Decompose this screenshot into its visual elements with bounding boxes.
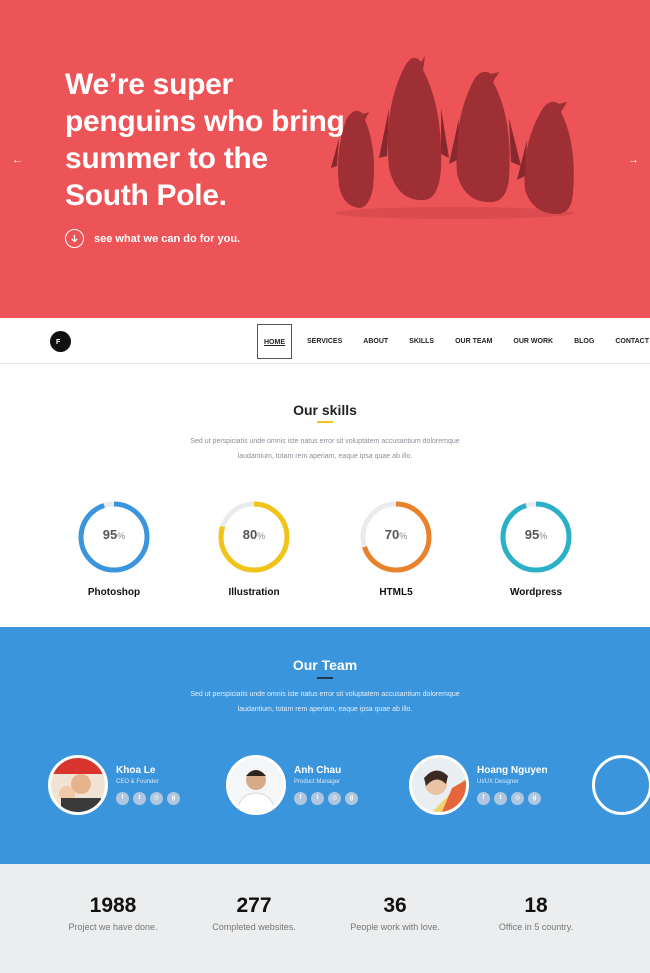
skills-title: Our skills <box>293 402 357 418</box>
stat-item: 277 Completed websites. <box>184 894 324 932</box>
skills-description-line: laudantium, totam rem aperiam, eaque ips… <box>237 453 413 460</box>
twitter-icon[interactable]: t <box>494 792 507 805</box>
skills-description-line: Sed ut perspiciatis unde omnis iste natu… <box>190 438 460 445</box>
team-title: Our Team <box>292 657 358 673</box>
facebook-icon[interactable]: f <box>116 792 129 805</box>
stat-label: People work with love. <box>350 922 440 932</box>
penguins-illustration <box>331 56 575 219</box>
avatar[interactable] <box>409 755 469 815</box>
google-plus-icon[interactable]: g <box>167 792 180 805</box>
stat-number: 1988 <box>89 894 137 917</box>
skill-percent: 95% <box>524 527 548 542</box>
nav-item-skills[interactable]: SKILLS <box>403 324 440 359</box>
stat-label: Completed websites. <box>212 922 296 932</box>
skill-illustration: 80% Illustration <box>204 499 304 598</box>
nav-item-our-team[interactable]: OUR TEAM <box>449 324 498 359</box>
stat-label: Office in 5 country. <box>498 922 574 932</box>
member-name: Anh Chau <box>294 765 342 776</box>
hero-banner: We’re super penguins who bring summer to… <box>0 0 650 318</box>
slider-next-arrow-icon[interactable]: → <box>628 154 639 166</box>
logo-letter: F <box>56 339 61 346</box>
nav-menu: HOME SERVICES ABOUT SKILLS OUR TEAM OUR … <box>257 324 650 359</box>
team-description-line: laudantium, totam rem aperiam, eaque ips… <box>237 706 413 713</box>
skills-description: Sed ut perspiciatis unde omnis iste natu… <box>160 434 490 464</box>
social-links: f t ◎ g <box>477 792 541 805</box>
nav-item-blog[interactable]: BLOG <box>568 324 600 359</box>
team-section: Our Team Sed ut perspiciatis unde omnis … <box>0 627 650 864</box>
dribbble-icon[interactable]: ◎ <box>328 792 341 805</box>
hero-cta-link[interactable]: see what we can do for you. <box>65 229 240 248</box>
stat-label: Project we have done. <box>68 922 158 932</box>
social-links: f t ◎ g <box>294 792 358 805</box>
stat-item: 36 People work with love. <box>325 894 465 932</box>
skill-wordpress: 95% Wordpress <box>486 499 586 598</box>
nav-item-our-work[interactable]: OUR WORK <box>507 324 559 359</box>
hero-headline-line: We’re super <box>65 68 233 101</box>
hero-headline-line: penguins who bring <box>65 105 345 138</box>
facebook-icon[interactable]: f <box>477 792 490 805</box>
avatar[interactable] <box>226 755 286 815</box>
skill-name: Wordpress <box>509 587 563 598</box>
skill-photoshop: 95% Photoshop <box>64 499 164 598</box>
stat-number: 36 <box>383 894 407 917</box>
logo[interactable]: F <box>50 331 71 352</box>
skills-section: Our skills Sed ut perspiciatis unde omni… <box>0 364 650 627</box>
skill-percent: 70% <box>384 527 408 542</box>
twitter-icon[interactable]: t <box>311 792 324 805</box>
google-plus-icon[interactable]: g <box>345 792 358 805</box>
title-underline <box>317 677 333 679</box>
member-role: Product Manager <box>294 779 341 785</box>
google-plus-icon[interactable]: g <box>528 792 541 805</box>
member-name: Khoa Le <box>116 765 156 776</box>
main-navbar: F HOME SERVICES ABOUT SKILLS OUR TEAM OU… <box>0 318 650 364</box>
member-role: UI/UX Designer <box>477 779 519 785</box>
member-role: CEO & Founder <box>116 779 159 785</box>
team-description: Sed ut perspiciatis unde omnis iste natu… <box>160 687 490 717</box>
stat-number: 277 <box>236 894 272 917</box>
dribbble-icon[interactable]: ◎ <box>511 792 524 805</box>
team-description-line: Sed ut perspiciatis unde omnis iste natu… <box>190 691 460 698</box>
stat-item: 1988 Project we have done. <box>43 894 183 932</box>
skill-name: Photoshop <box>87 587 141 598</box>
skill-percent: 80% <box>242 527 266 542</box>
hero-headline-line: summer to the <box>65 142 268 175</box>
arrow-down-circle-icon <box>65 229 84 248</box>
stat-number: 18 <box>524 894 548 917</box>
avatar[interactable] <box>592 755 650 815</box>
hero-cta-label: see what we can do for you. <box>94 232 241 245</box>
stat-item: 18 Office in 5 country. <box>466 894 606 932</box>
hero-headline: We’re super penguins who bring summer to… <box>65 66 365 214</box>
hero-headline-line: South Pole. <box>65 179 227 212</box>
twitter-icon[interactable]: t <box>133 792 146 805</box>
skill-name: HTML5 <box>379 587 413 598</box>
social-links: f t ◎ g <box>116 792 180 805</box>
member-name: Hoang Nguyen <box>477 765 548 776</box>
skill-html5: 70% HTML5 <box>346 499 446 598</box>
skill-name: Illustration <box>228 587 280 598</box>
avatar[interactable] <box>48 755 108 815</box>
facebook-icon[interactable]: f <box>294 792 307 805</box>
nav-item-services[interactable]: SERVICES <box>301 324 348 359</box>
stats-section: 1988 Project we have done. 277 Completed… <box>0 864 650 973</box>
dribbble-icon[interactable]: ◎ <box>150 792 163 805</box>
slider-prev-arrow-icon[interactable]: ← <box>12 154 23 166</box>
skill-percent: 95% <box>102 527 126 542</box>
nav-item-contact[interactable]: CONTACT <box>609 324 650 359</box>
nav-item-home[interactable]: HOME <box>257 324 292 359</box>
title-underline <box>317 421 333 423</box>
nav-item-about[interactable]: ABOUT <box>357 324 394 359</box>
